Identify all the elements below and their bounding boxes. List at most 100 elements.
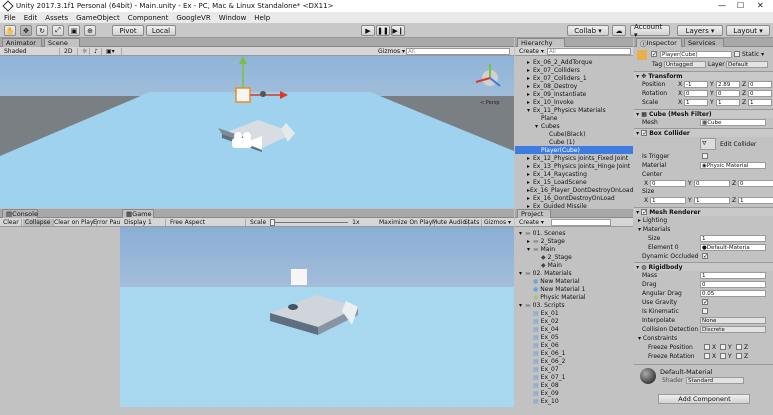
freeze-position-checkbox[interactable] — [704, 344, 710, 350]
layer-dropdown[interactable]: Default — [726, 61, 768, 68]
angular-drag-field[interactable]: 0.05 — [700, 290, 766, 297]
tab-game[interactable]: ▦ Game — [122, 209, 154, 218]
use-gravity-checkbox[interactable]: ✓ — [702, 299, 708, 306]
tab-hierarchy[interactable]: Hierarchy — [517, 38, 565, 47]
freeze-position-checkbox[interactable] — [720, 344, 726, 350]
hierarchy-item[interactable]: Plane — [515, 114, 633, 122]
project-item[interactable]: ▤ Ex_06 — [515, 341, 633, 349]
center-field[interactable]: 0 — [694, 180, 730, 187]
stats-toggle[interactable]: Stats — [462, 219, 483, 226]
project-create-dropdown[interactable]: Create ▾ — [517, 219, 546, 226]
tab-console[interactable]: ▤ Console — [2, 209, 38, 218]
hierarchy-item[interactable]: ▸ Ex_07_Colliders — [515, 66, 633, 74]
hierarchy-item[interactable]: ▸ Ex_14_Raycasting — [515, 170, 633, 178]
meshrenderer-header[interactable]: ▾ ✓ Mesh Renderer — [634, 207, 773, 216]
scale-tool-icon[interactable]: ⤢ — [52, 25, 64, 36]
hierarchy-item[interactable]: ▸ Ex_08_Destroy — [515, 82, 633, 90]
constraints-foldout[interactable]: ▾ Constraints — [638, 335, 677, 342]
project-item[interactable]: ▤ Ex_09 — [515, 389, 633, 397]
element0-field[interactable]: ● Default-Materia — [700, 244, 766, 251]
add-component-button[interactable]: Add Component — [658, 394, 750, 404]
rect-tool-icon[interactable]: ▣ — [68, 25, 80, 36]
project-item[interactable]: ▤ Ex_04 — [515, 325, 633, 333]
hierarchy-item[interactable]: Player(Cube) — [515, 146, 633, 154]
hierarchy-item[interactable]: ▸ Ex_06_2_AddTorque — [515, 58, 633, 66]
hand-tool-icon[interactable]: ✋ — [4, 25, 16, 36]
menu-item[interactable]: Component — [124, 14, 173, 22]
hierarchy-create-dropdown[interactable]: Create ▾ — [517, 48, 546, 55]
project-item[interactable]: ▤ Ex_07_1 — [515, 373, 633, 381]
hierarchy-item[interactable]: ▾ Ex_11_Physics Materials — [515, 106, 633, 114]
project-item[interactable]: ▤ Ex_08 — [515, 381, 633, 389]
hierarchy-item[interactable]: Cube(Black) — [515, 130, 633, 138]
hierarchy-item[interactable]: ▸ Ex_13_Physics Joints_Hinge Joint — [515, 162, 633, 170]
tag-dropdown[interactable]: Untagged — [664, 61, 706, 68]
edit-collider-button[interactable]: ⛛ — [700, 138, 716, 150]
project-item[interactable]: ● New Material 1 — [515, 285, 633, 293]
project-item[interactable]: ◉ Physic Material — [515, 293, 633, 301]
maximize-on-play-toggle[interactable]: Maximize On Play — [377, 219, 436, 226]
static-dropdown[interactable]: Static ▾ — [742, 51, 764, 58]
is-trigger-checkbox[interactable] — [702, 153, 708, 159]
hierarchy-item[interactable]: ▸ Ex_16_DontDestroyOnLoad — [515, 194, 633, 202]
freeze-position-checkbox[interactable] — [736, 344, 742, 350]
object-name-field[interactable]: Player(Cube) — [660, 51, 732, 58]
project-item[interactable]: ◆ 2_Stage — [515, 253, 633, 261]
minimize-icon[interactable]: — — [718, 1, 726, 10]
hierarchy-item[interactable]: ▸ Ex_10_Invoke — [515, 98, 633, 106]
effects-toggle-icon[interactable]: ▣▾ — [104, 48, 122, 55]
menu-item[interactable]: Edit — [20, 14, 42, 22]
hierarchy-item[interactable]: Cube (1) — [515, 138, 633, 146]
tab-scene[interactable]: Scene — [44, 38, 80, 47]
position-field[interactable]: -1 — [684, 81, 708, 88]
position-field[interactable]: 2.89 — [716, 81, 740, 88]
transform-tool-icon[interactable]: ⊕ — [84, 25, 96, 36]
collider-material-field[interactable]: ◉ Physic Material — [700, 162, 766, 169]
local-toggle[interactable]: Local — [146, 25, 176, 36]
menu-item[interactable]: File — [0, 14, 20, 22]
rotation-field[interactable]: 0 — [716, 90, 740, 97]
active-checkbox[interactable]: ✓ — [651, 51, 657, 58]
display-dropdown[interactable]: Display 1 — [122, 219, 166, 226]
menu-item[interactable]: Help — [250, 14, 274, 22]
hierarchy-item[interactable]: ▸ Ex_09_Instantiate — [515, 90, 633, 98]
shading-dropdown[interactable]: Shaded — [2, 48, 60, 55]
console-clear-on-play-button[interactable]: Clear on Play — [52, 219, 97, 226]
rigidbody-header[interactable]: ▾ ◍ Rigidbody — [634, 262, 773, 271]
project-item[interactable]: ◆ Main — [515, 261, 633, 269]
scene-gizmos-dropdown[interactable]: Gizmos ▾ — [376, 48, 405, 55]
lighting-toggle-icon[interactable]: ☼ — [80, 48, 90, 55]
project-item[interactable]: ▤ Ex_02 — [515, 317, 633, 325]
layers-dropdown[interactable]: Layers ▾ — [677, 25, 723, 36]
project-item[interactable]: ▤ Ex_05 — [515, 333, 633, 341]
project-item[interactable]: ▾ ▬ Main — [515, 245, 633, 253]
hierarchy-item[interactable]: ▾ Cubes — [515, 122, 633, 130]
project-item[interactable]: ▤ Ex_06_2 — [515, 357, 633, 365]
scene-search-input[interactable]: All — [406, 48, 510, 55]
step-button[interactable]: ▶❙ — [391, 25, 405, 36]
2d-toggle[interactable]: 2D — [62, 48, 78, 55]
project-item[interactable]: ▤ Ex_07 — [515, 365, 633, 373]
meshfilter-header[interactable]: ▾ ▦ Cube (Mesh Filter) — [634, 109, 773, 118]
materials-foldout[interactable]: ▾ Materials — [638, 226, 670, 233]
freeze-rotation-checkbox[interactable] — [704, 353, 710, 359]
boxcollider-enabled-checkbox[interactable]: ✓ — [641, 130, 647, 137]
drag-field[interactable]: 0 — [700, 281, 766, 288]
menu-item[interactable]: Assets — [41, 14, 72, 22]
collab-button[interactable]: Collab ▾ — [567, 25, 609, 36]
collider-size-field[interactable]: 1 — [650, 197, 686, 204]
project-search-input[interactable] — [551, 219, 611, 226]
tab-services[interactable]: Services — [684, 38, 724, 47]
console-collapse-button[interactable]: Collapse — [23, 219, 54, 226]
static-checkbox[interactable] — [734, 51, 740, 57]
project-item[interactable]: ▤ Ex_01 — [515, 309, 633, 317]
scale-slider[interactable]: Scale 1x — [248, 219, 374, 226]
mass-field[interactable]: 1 — [700, 272, 766, 279]
menu-item[interactable]: GoogleVR — [172, 14, 214, 22]
freeze-rotation-checkbox[interactable] — [720, 353, 726, 359]
scale-field[interactable]: 1 — [748, 99, 772, 106]
rotation-field[interactable]: 0 — [684, 90, 708, 97]
freeze-rotation-checkbox[interactable] — [736, 353, 742, 359]
materials-size-field[interactable]: 1 — [700, 235, 766, 242]
play-button[interactable]: ▶ — [361, 25, 375, 36]
